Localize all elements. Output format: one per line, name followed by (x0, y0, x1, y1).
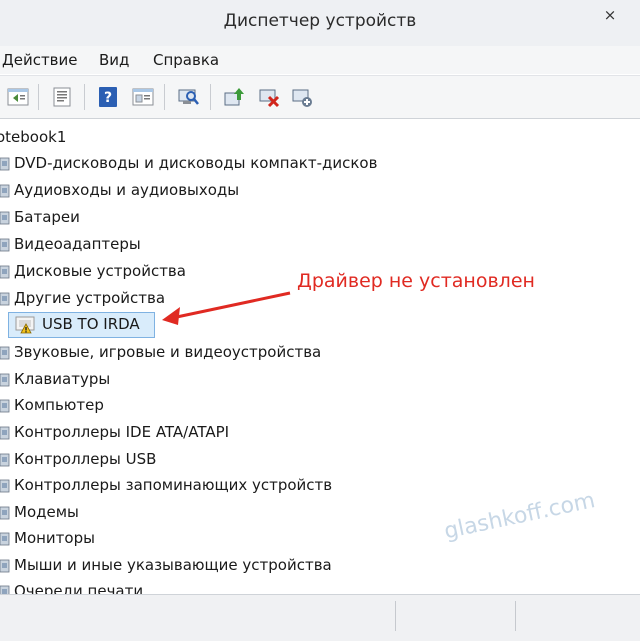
tree-category-row[interactable]: Контроллеры USB (0, 448, 420, 472)
device-category-icon (0, 426, 10, 440)
tree-category-row[interactable]: Батареи (0, 206, 420, 230)
tree-item-label: USB TO IRDA (42, 315, 140, 333)
back-icon[interactable] (6, 85, 30, 109)
view-icon[interactable] (131, 85, 155, 109)
tree-category-row[interactable]: Аудиовходы и аудиовыходы (0, 179, 420, 203)
device-category-icon (0, 292, 10, 306)
tree-category-label: Батареи (14, 208, 80, 226)
tree-item-usb-to-irda[interactable]: USB TO IRDA (8, 312, 155, 338)
tree-category-label: Дисковые устройства (14, 262, 186, 280)
device-category-icon (0, 453, 10, 467)
close-button[interactable]: × (602, 7, 618, 23)
svg-text:?: ? (104, 90, 112, 106)
tree-category-label: DVD-дисководы и дисководы компакт-дисков (14, 154, 378, 172)
menu-help[interactable]: Справка (153, 51, 219, 69)
tree-category-label: Мониторы (14, 529, 95, 547)
tree-category-row[interactable]: Очереди печати (0, 580, 420, 594)
window-title: Диспетчер устройств (223, 11, 417, 31)
tree-category-label: Модемы (14, 503, 79, 521)
help-icon[interactable]: ? (96, 85, 120, 109)
status-bar (0, 594, 640, 641)
device-category-icon (0, 532, 10, 546)
tree-category-row[interactable]: Мониторы (0, 527, 420, 551)
tree-category-label: Клавиатуры (14, 370, 111, 388)
device-category-icon (0, 373, 10, 387)
device-category-icon (0, 238, 10, 252)
device-category-icon (0, 585, 10, 594)
tree-category-label: Видеоадаптеры (14, 235, 141, 253)
scan-hardware-icon[interactable] (176, 85, 200, 109)
tree-root-computer[interactable]: otebook1 (0, 128, 66, 146)
tree-category-row[interactable]: Мыши и иные указывающие устройства (0, 554, 420, 578)
title-bar: Диспетчер устройств × (0, 0, 640, 47)
tree-category-label: Очереди печати (14, 582, 144, 594)
device-category-icon (0, 265, 10, 279)
menu-view[interactable]: Вид (99, 51, 129, 69)
properties-icon[interactable] (50, 85, 74, 109)
menu-action[interactable]: Действие (2, 51, 78, 69)
tree-category-row[interactable]: Контроллеры IDE ATA/ATAPI (0, 421, 420, 445)
tree-category-row[interactable]: Видеоадаптеры (0, 233, 420, 257)
annotation-text: Драйвер не установлен (297, 270, 535, 292)
toolbar: ? (0, 75, 640, 119)
tree-category-row[interactable]: Клавиатуры (0, 368, 420, 392)
device-category-icon (0, 559, 10, 573)
tree-category-label: Другие устройства (14, 289, 166, 307)
device-category-icon (0, 399, 10, 413)
uninstall-icon[interactable] (257, 85, 281, 109)
tree-category-row[interactable]: Контроллеры запоминающих устройств (0, 474, 420, 498)
tree-category-label: Звуковые, игровые и видеоустройства (14, 343, 322, 361)
device-category-icon (0, 211, 10, 225)
tree-category-label: Компьютер (14, 396, 104, 414)
device-category-icon (0, 479, 10, 493)
device-category-icon (0, 184, 10, 198)
add-device-icon[interactable] (290, 85, 314, 109)
tree-category-label: Аудиовходы и аудиовыходы (14, 181, 240, 199)
tree-category-row[interactable]: Звуковые, игровые и видеоустройства (0, 341, 420, 365)
update-driver-icon[interactable] (222, 85, 246, 109)
tree-category-row[interactable]: Модемы (0, 501, 420, 525)
annotation-arrow (162, 291, 291, 325)
tree-category-label: Контроллеры USB (14, 450, 157, 468)
device-category-icon (0, 506, 10, 520)
tree-category-row[interactable]: Компьютер (0, 394, 420, 418)
device-category-icon (0, 346, 10, 360)
tree-category-label: Контроллеры запоминающих устройств (14, 476, 333, 494)
device-category-icon (0, 157, 10, 171)
unknown-device-warning-icon (15, 316, 35, 334)
menu-bar: Действие Вид Справка (0, 46, 640, 74)
tree-category-label: Контроллеры IDE ATA/ATAPI (14, 423, 230, 441)
tree-category-row[interactable]: DVD-дисководы и дисководы компакт-дисков (0, 152, 420, 176)
tree-category-label: Мыши и иные указывающие устройства (14, 556, 332, 574)
